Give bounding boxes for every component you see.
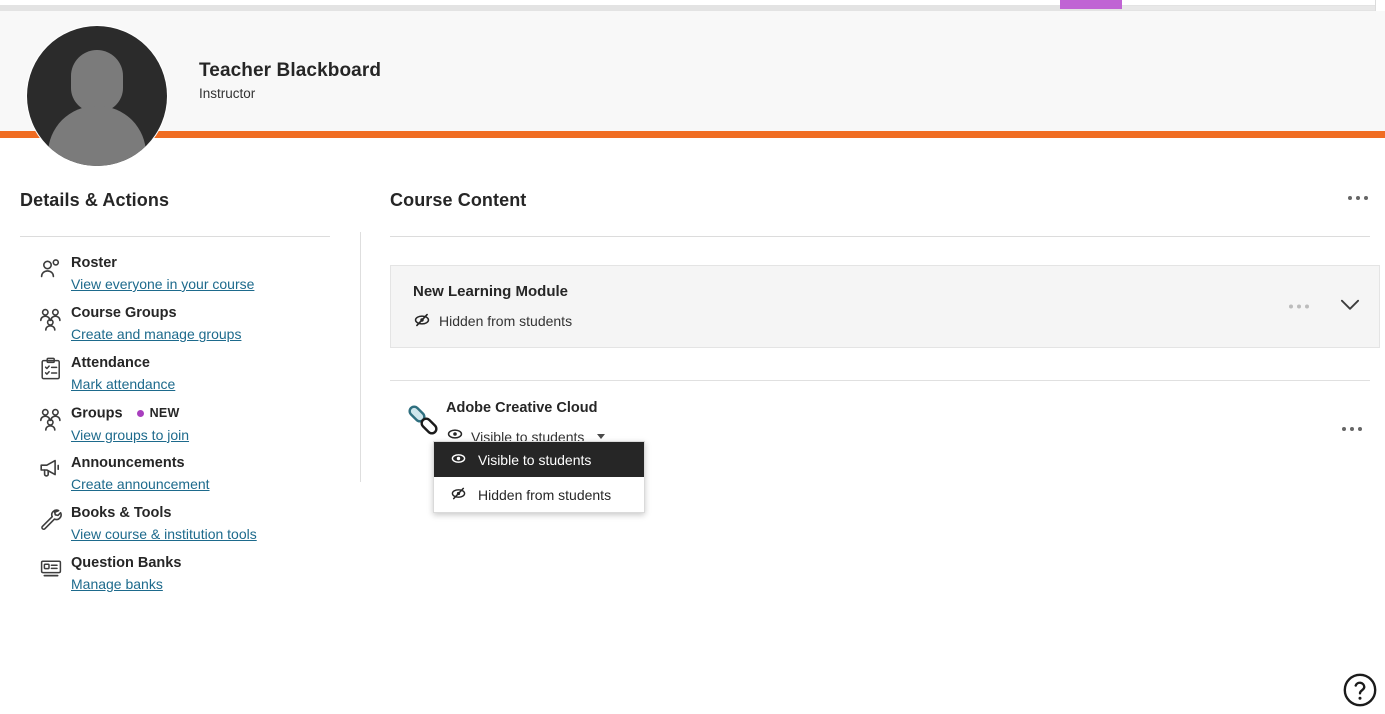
course-banner: Teacher Blackboard Instructor: [0, 11, 1385, 132]
dot-icon: [1342, 427, 1346, 431]
dropdown-option-visible[interactable]: Visible to students: [434, 442, 644, 477]
help-circle-icon: [1341, 696, 1379, 713]
sidebar-item-groups[interactable]: Groups NEW View groups to join: [20, 404, 350, 454]
dropdown-option-label: Hidden from students: [478, 487, 611, 503]
instructor-info: Teacher Blackboard Instructor: [199, 60, 381, 101]
wrench-icon: [38, 506, 64, 532]
dot-icon: [1364, 196, 1368, 200]
sidebar-item-question-banks[interactable]: Question Banks Manage banks: [20, 554, 350, 604]
sidebar-item-books-and-tools[interactable]: Books & Tools View course & institution …: [20, 504, 350, 554]
sidebar-item-title: Roster: [71, 254, 254, 272]
learning-module-actions: [1287, 291, 1363, 322]
sidebar-item-announcements[interactable]: Announcements Create announcement: [20, 454, 350, 504]
sidebar-item-link[interactable]: View course & institution tools: [71, 525, 257, 543]
sidebar-list: Roster View everyone in your course Cour…: [20, 254, 350, 604]
sidebar-item-title: Attendance: [71, 354, 175, 372]
content-item-options-button[interactable]: [1340, 421, 1364, 437]
dot-icon: [1305, 305, 1309, 309]
chevron-down-icon[interactable]: [597, 434, 605, 439]
banner-accent-bar: [0, 131, 1385, 138]
learning-module-title: New Learning Module: [413, 282, 572, 301]
learning-module-options-button[interactable]: [1287, 299, 1311, 315]
dot-icon: [1358, 427, 1362, 431]
content-item-divider: [390, 380, 1370, 381]
instructor-name: Teacher Blackboard: [199, 60, 381, 82]
content-divider: [390, 236, 1370, 237]
sidebar-title: Details & Actions: [20, 190, 350, 211]
course-content-header: Course Content: [390, 190, 1370, 211]
sidebar-item-title: Announcements: [71, 454, 210, 472]
window-right-edge: [1375, 0, 1385, 11]
sidebar-item-attendance[interactable]: Attendance Mark attendance: [20, 354, 350, 404]
course-content-panel: Course Content New Learning Module Hidde…: [390, 190, 1370, 451]
sidebar-item-title: Books & Tools: [71, 504, 257, 522]
sidebar-item-link[interactable]: View everyone in your course: [71, 275, 254, 293]
person-icon: [38, 256, 64, 282]
dropdown-option-hidden[interactable]: Hidden from students: [434, 477, 644, 512]
megaphone-icon: [38, 456, 64, 482]
question-bank-icon: [38, 556, 64, 582]
sidebar-item-link[interactable]: Manage banks: [71, 575, 163, 593]
sidebar-item-label: Groups: [71, 406, 123, 422]
avatar-head: [71, 50, 123, 112]
clipboard-icon: [38, 356, 64, 382]
sidebar-item-link[interactable]: View groups to join: [71, 426, 189, 444]
people-icon: [38, 406, 64, 432]
details-and-actions-panel: Details & Actions Roster View everyone i…: [20, 190, 350, 604]
chain-link-icon: [402, 399, 444, 446]
avatar-body: [48, 106, 146, 166]
top-progress-strip: [0, 0, 1385, 11]
dot-icon: [1297, 305, 1301, 309]
sidebar-item-link[interactable]: Mark attendance: [71, 375, 175, 393]
content-item-title: Adobe Creative Cloud: [446, 399, 605, 417]
dot-icon: [1348, 196, 1352, 200]
badge-dot-icon: [137, 410, 144, 417]
sidebar-item-link[interactable]: Create announcement: [71, 475, 210, 493]
progress-indicator: [1060, 0, 1122, 9]
learning-module-status: Hidden from students: [413, 311, 572, 332]
sidebar-divider: [20, 236, 330, 237]
status-badge: NEW: [137, 404, 180, 422]
sidebar-item-roster[interactable]: Roster View everyone in your course: [20, 254, 350, 304]
visibility-dropdown-menu[interactable]: Visible to students Hidden from students: [433, 441, 645, 513]
eye-slash-icon: [450, 485, 467, 505]
dropdown-option-label: Visible to students: [478, 452, 591, 468]
column-divider: [360, 232, 361, 482]
help-button[interactable]: [1341, 671, 1379, 709]
dot-icon: [1289, 305, 1293, 309]
sidebar-item-title: Question Banks: [71, 554, 181, 572]
chevron-down-icon[interactable]: [1337, 291, 1363, 322]
page-title: Course Content: [390, 190, 526, 211]
course-content-options-button[interactable]: [1346, 190, 1370, 206]
badge-label: NEW: [150, 404, 180, 422]
dot-icon: [1356, 196, 1360, 200]
eye-icon: [450, 450, 467, 470]
instructor-role: Instructor: [199, 86, 381, 101]
sidebar-item-link[interactable]: Create and manage groups: [71, 325, 241, 343]
dot-icon: [1350, 427, 1354, 431]
progress-rail-right: [1122, 6, 1375, 10]
learning-module-body: New Learning Module Hidden from students: [391, 282, 572, 332]
status-label: Hidden from students: [439, 313, 572, 329]
people-icon: [38, 306, 64, 332]
learning-module-card[interactable]: New Learning Module Hidden from students: [390, 265, 1380, 348]
sidebar-item-title: Groups NEW: [71, 404, 189, 423]
eye-slash-icon: [413, 311, 431, 332]
sidebar-item-title: Course Groups: [71, 304, 241, 322]
sidebar-item-course-groups[interactable]: Course Groups Create and manage groups: [20, 304, 350, 354]
avatar: [27, 26, 167, 166]
